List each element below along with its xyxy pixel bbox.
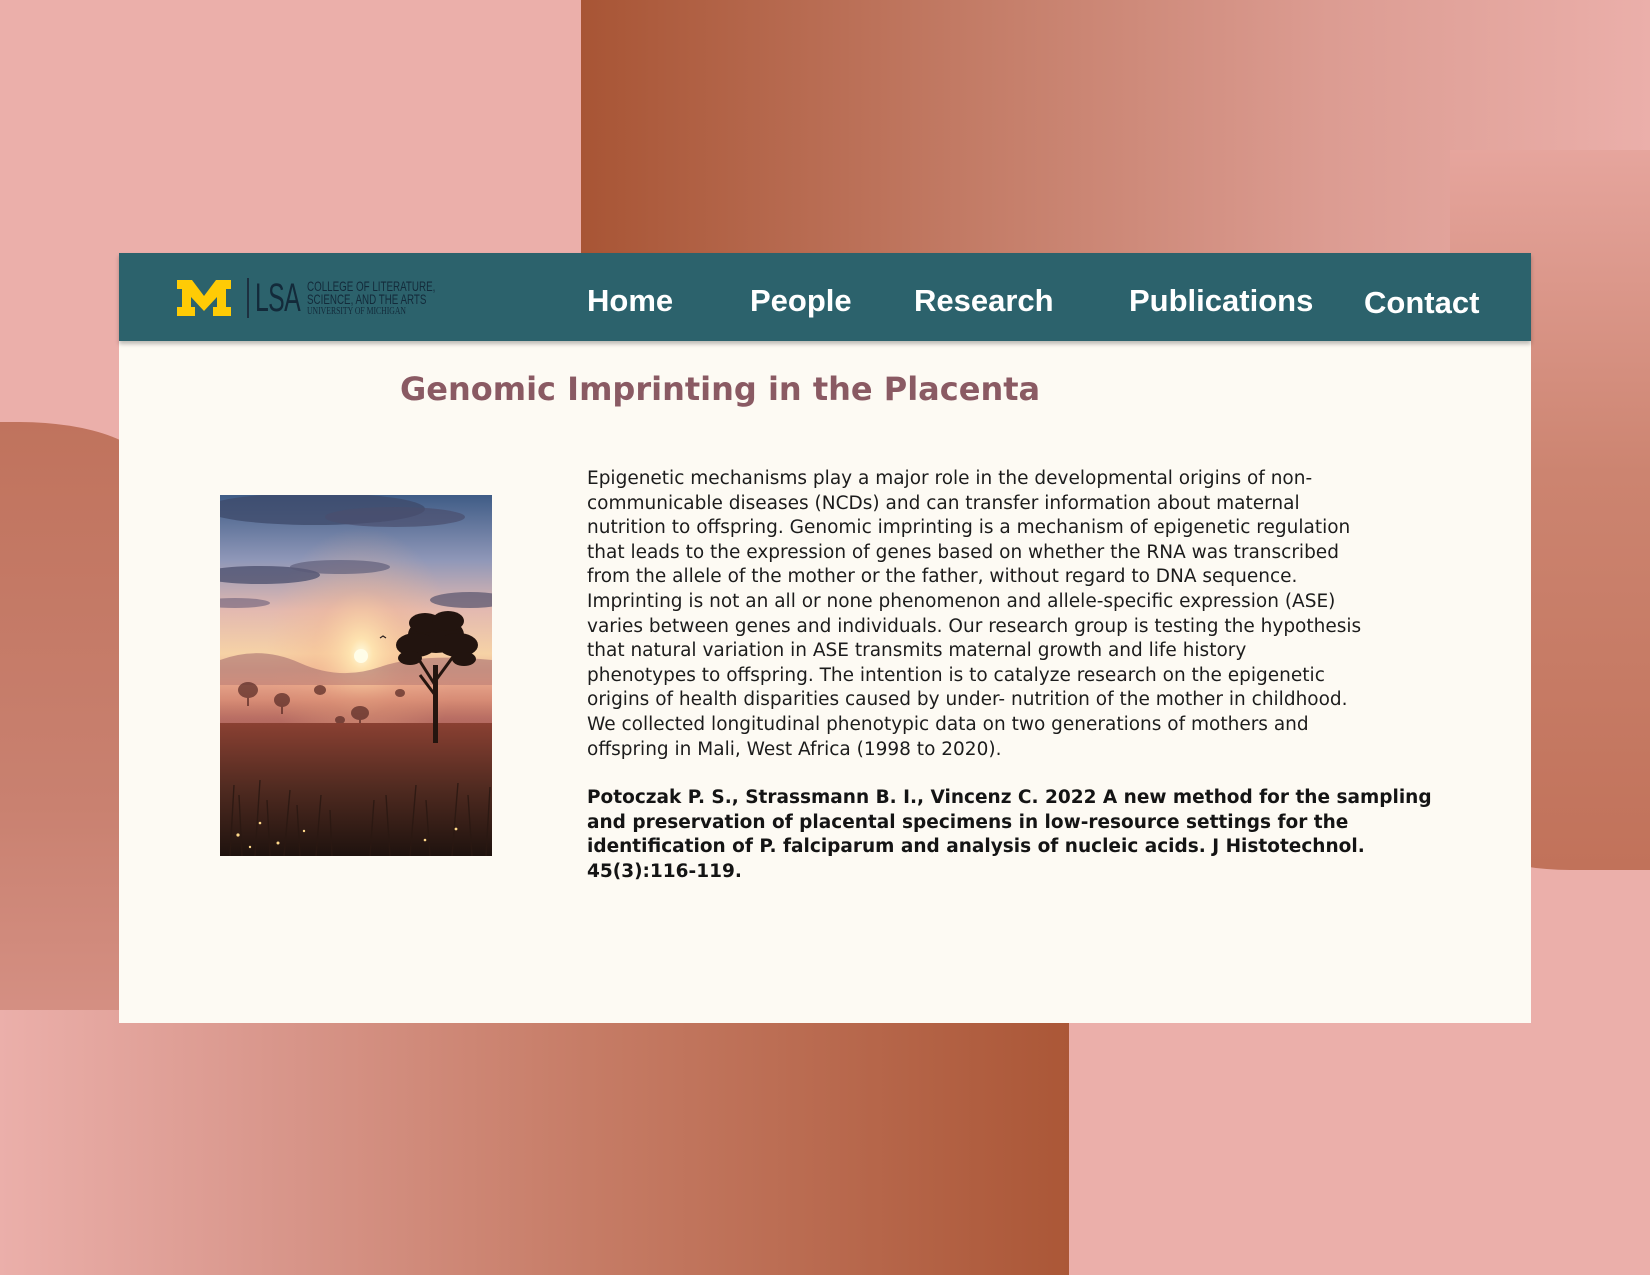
page-title: Genomic Imprinting in the Placenta: [400, 370, 1041, 408]
abstract-text: Epigenetic mechanisms play a major role …: [587, 468, 1362, 760]
nav-link-people[interactable]: People: [750, 283, 852, 319]
nav-link-home[interactable]: Home: [587, 283, 673, 319]
logo-divider: [247, 278, 249, 318]
website-card: LSA COLLEGE OF LITERATURE, SCIENCE, AND …: [119, 253, 1531, 1023]
sunset-landscape-image: [220, 495, 492, 856]
background-shape-bottom: [0, 1010, 1069, 1275]
logo-college-text: COLLEGE OF LITERATURE, SCIENCE, AND THE …: [307, 279, 467, 317]
nav-link-contact[interactable]: Contact: [1364, 285, 1479, 321]
publication-citation: Potoczak P. S., Strassmann B. I., Vincen…: [587, 787, 1432, 882]
logo-lsa-text: LSA: [255, 276, 301, 320]
umich-lsa-logo[interactable]: LSA COLLEGE OF LITERATURE, SCIENCE, AND …: [175, 275, 467, 321]
nav-link-research[interactable]: Research: [914, 283, 1054, 319]
logo-college-line: UNIVERSITY OF MICHIGAN: [307, 304, 406, 317]
block-m-icon: [177, 280, 231, 316]
research-description: Epigenetic mechanisms play a major role …: [587, 467, 1467, 885]
navbar: LSA COLLEGE OF LITERATURE, SCIENCE, AND …: [119, 253, 1531, 341]
nav-link-publications[interactable]: Publications: [1129, 283, 1313, 319]
